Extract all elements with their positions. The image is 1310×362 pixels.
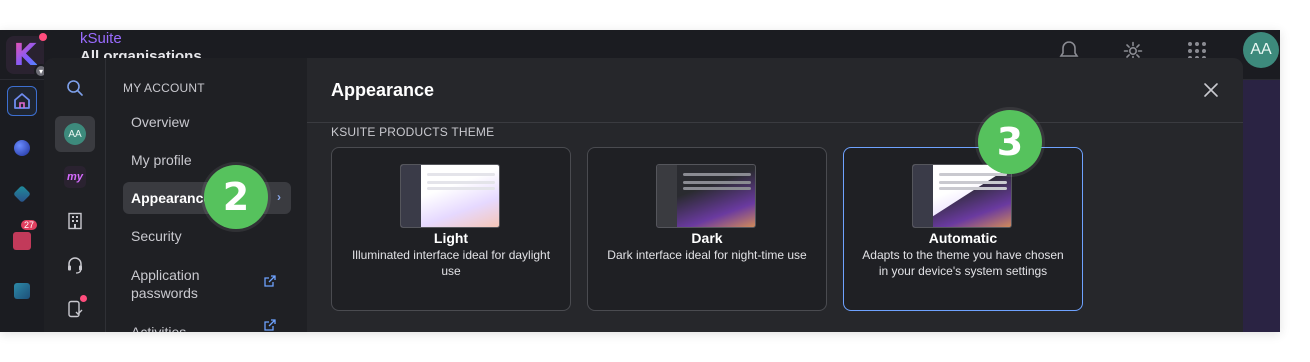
theme-description: Dark interface ideal for night-time use <box>607 248 807 262</box>
chevron-right-icon: › <box>277 190 281 204</box>
nav-item-overview[interactable]: Overview <box>123 106 291 138</box>
nav-item-application-passwords[interactable]: Application passwords <box>123 264 283 304</box>
device-icon[interactable] <box>55 291 95 327</box>
external-link-icon <box>263 318 277 332</box>
modal-icon-rail: AA my <box>44 58 106 332</box>
nav-item-label: Security <box>131 228 182 244</box>
automatic-theme-preview <box>912 164 1012 228</box>
drive-icon[interactable] <box>7 133 37 163</box>
nav-item-my-profile[interactable]: My profile <box>123 144 291 176</box>
nav-item-label: Application passwords <box>131 267 200 301</box>
calendar-badge: 27 <box>21 220 38 230</box>
theme-card-automatic[interactable]: Automatic Adapts to the theme you have c… <box>843 147 1083 311</box>
nav-item-security[interactable]: Security <box>123 220 291 252</box>
nav-item-activities[interactable]: Activities <box>123 316 283 332</box>
divider <box>307 122 1243 123</box>
nav-item-label: My profile <box>131 152 192 168</box>
avatar: AA <box>64 123 86 145</box>
theme-name: Dark <box>691 230 723 246</box>
nav-item-label: Activities <box>131 324 187 332</box>
page-title: Appearance <box>331 80 435 100</box>
theme-description: Adapts to the theme you have chosen in y… <box>862 248 1064 278</box>
theme-card-dark[interactable]: Dark Dark interface ideal for night-time… <box>587 147 827 311</box>
section-label: KSUITE PRODUCTS THEME <box>331 125 495 139</box>
light-theme-preview <box>400 164 500 228</box>
search-icon[interactable] <box>55 70 95 106</box>
background-panel <box>1243 80 1280 332</box>
user-avatar[interactable]: AA <box>1243 32 1279 68</box>
notification-dot <box>39 33 47 41</box>
dark-theme-preview <box>656 164 756 228</box>
brand-name: kSuite <box>80 30 122 47</box>
kdrive-box-icon[interactable] <box>7 276 37 306</box>
theme-card-light[interactable]: Light Illuminated interface ideal for da… <box>331 147 571 311</box>
step-3-callout: 3 <box>978 110 1042 174</box>
kchat-icon[interactable] <box>7 179 37 209</box>
building-icon[interactable] <box>55 203 95 239</box>
notification-dot <box>80 295 87 302</box>
theme-name: Light <box>433 230 469 246</box>
nav-heading: MY ACCOUNT <box>123 81 205 95</box>
account-avatar-button[interactable]: AA <box>55 116 95 152</box>
calendar-icon[interactable]: 27 <box>7 220 38 256</box>
app-rail: 27 <box>0 80 44 332</box>
external-link-icon <box>263 274 277 292</box>
close-icon[interactable] <box>1201 80 1221 100</box>
step-2-callout: 2 <box>204 165 268 229</box>
appearance-panel: Appearance KSUITE PRODUCTS THEME Light I… <box>307 58 1243 332</box>
nav-item-label: Overview <box>131 114 190 130</box>
ksuite-logo[interactable]: K ▾ <box>6 33 48 78</box>
my-ksuite-icon[interactable]: my <box>55 159 95 195</box>
app-window: K ▾ kSuite All organisations AA 27 AA my… <box>0 30 1280 332</box>
ksuite-k-icon: K <box>13 37 37 73</box>
headset-icon[interactable] <box>55 247 95 283</box>
nav-item-label: Appearance <box>131 190 212 206</box>
theme-description: Illuminated interface ideal for daylight… <box>351 248 551 278</box>
theme-name: Automatic <box>928 230 998 246</box>
home-icon[interactable] <box>7 86 37 116</box>
